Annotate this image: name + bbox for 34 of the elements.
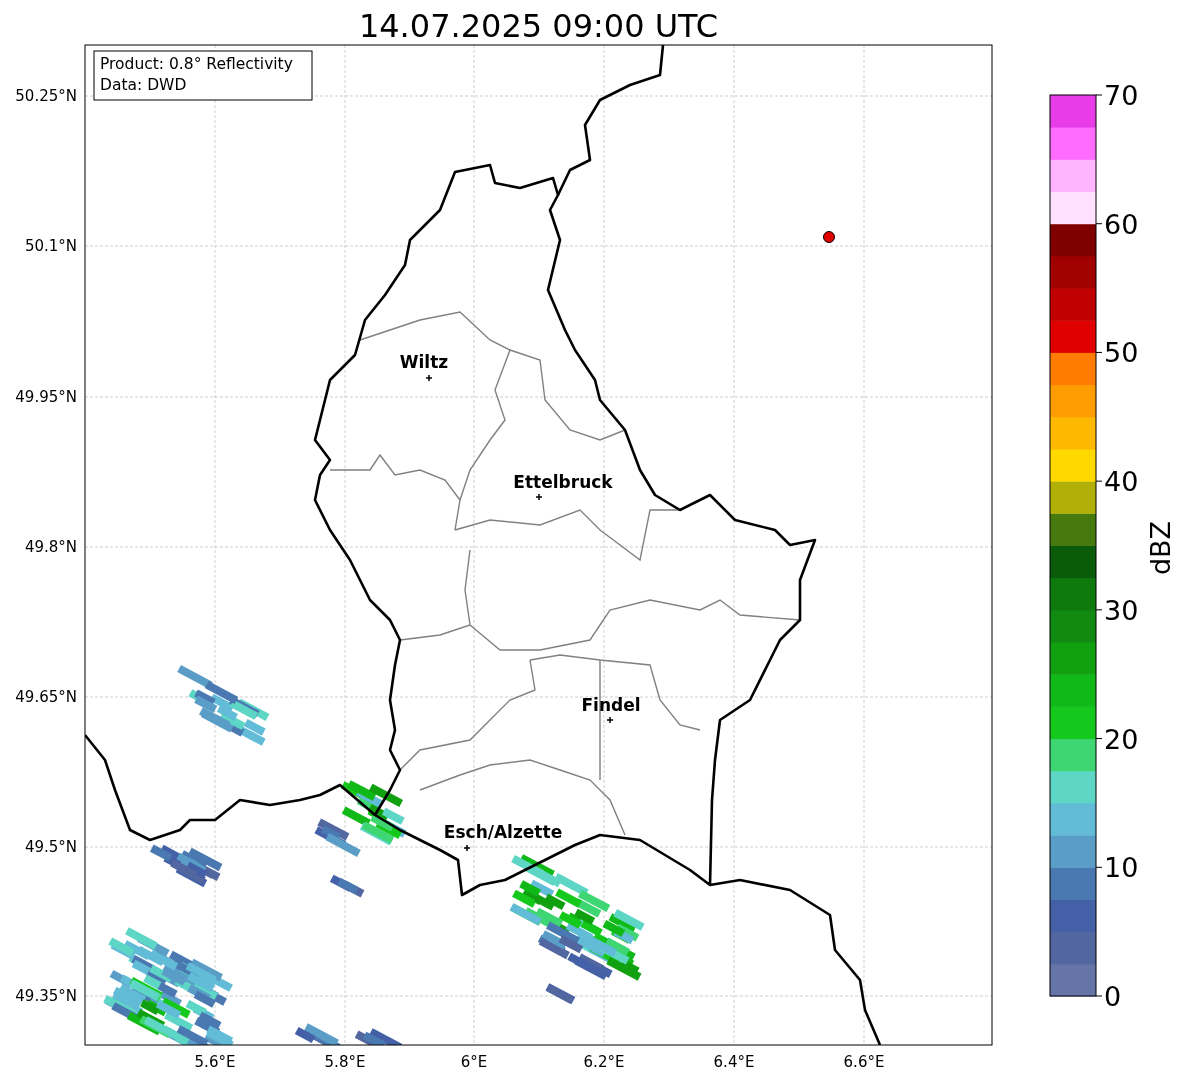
city-label: Wiltz xyxy=(399,352,449,372)
info-text: Product: 0.8° Reflectivity xyxy=(100,55,293,73)
longitude-tick-label: 6.2°E xyxy=(583,1053,625,1071)
colorbar-tick-label: 40 xyxy=(1104,466,1139,498)
longitude-tick-label: 6.6°E xyxy=(843,1053,885,1071)
longitude-tick-label: 5.8°E xyxy=(324,1053,366,1071)
colorbar-tick-label: 50 xyxy=(1104,337,1139,369)
info-text: Data: DWD xyxy=(100,76,187,94)
colorbar-tick-label: 30 xyxy=(1104,594,1139,626)
city-marker-icon xyxy=(606,716,614,724)
colorbar-label: dBZ xyxy=(1145,520,1176,576)
colorbar-tick-label: 20 xyxy=(1104,723,1139,755)
city-label: Ettelbruck xyxy=(513,472,613,492)
latitude-tick-label: 49.5°N xyxy=(24,838,77,856)
city-marker-icon xyxy=(463,844,471,852)
city-label: Findel xyxy=(581,695,641,715)
latitude-tick-label: 50.1°N xyxy=(24,237,77,255)
latitude-tick-label: 49.8°N xyxy=(24,538,77,556)
latitude-tick-label: 50.25°N xyxy=(15,87,77,105)
site-marker-icon xyxy=(823,231,835,243)
longitude-tick-label: 6°E xyxy=(460,1053,488,1071)
longitude-tick-label: 6.4°E xyxy=(713,1053,755,1071)
latitude-tick-label: 49.65°N xyxy=(15,688,77,706)
figure-title: 14.07.2025 09:00 UTC xyxy=(358,7,719,45)
city-label: Esch/Alzette xyxy=(443,822,563,842)
colorbar-tick-label: 0 xyxy=(1104,981,1122,1012)
colorbar-tick-label: 10 xyxy=(1104,852,1139,884)
latitude-tick-label: 49.95°N xyxy=(15,388,77,406)
colorbar-tick-label: 70 xyxy=(1104,80,1139,111)
colorbar-tick-label: 60 xyxy=(1104,208,1139,240)
city-marker-icon xyxy=(535,493,543,501)
longitude-tick-label: 5.6°E xyxy=(194,1053,236,1071)
city-marker-icon xyxy=(425,374,433,382)
latitude-tick-label: 49.35°N xyxy=(15,987,77,1005)
